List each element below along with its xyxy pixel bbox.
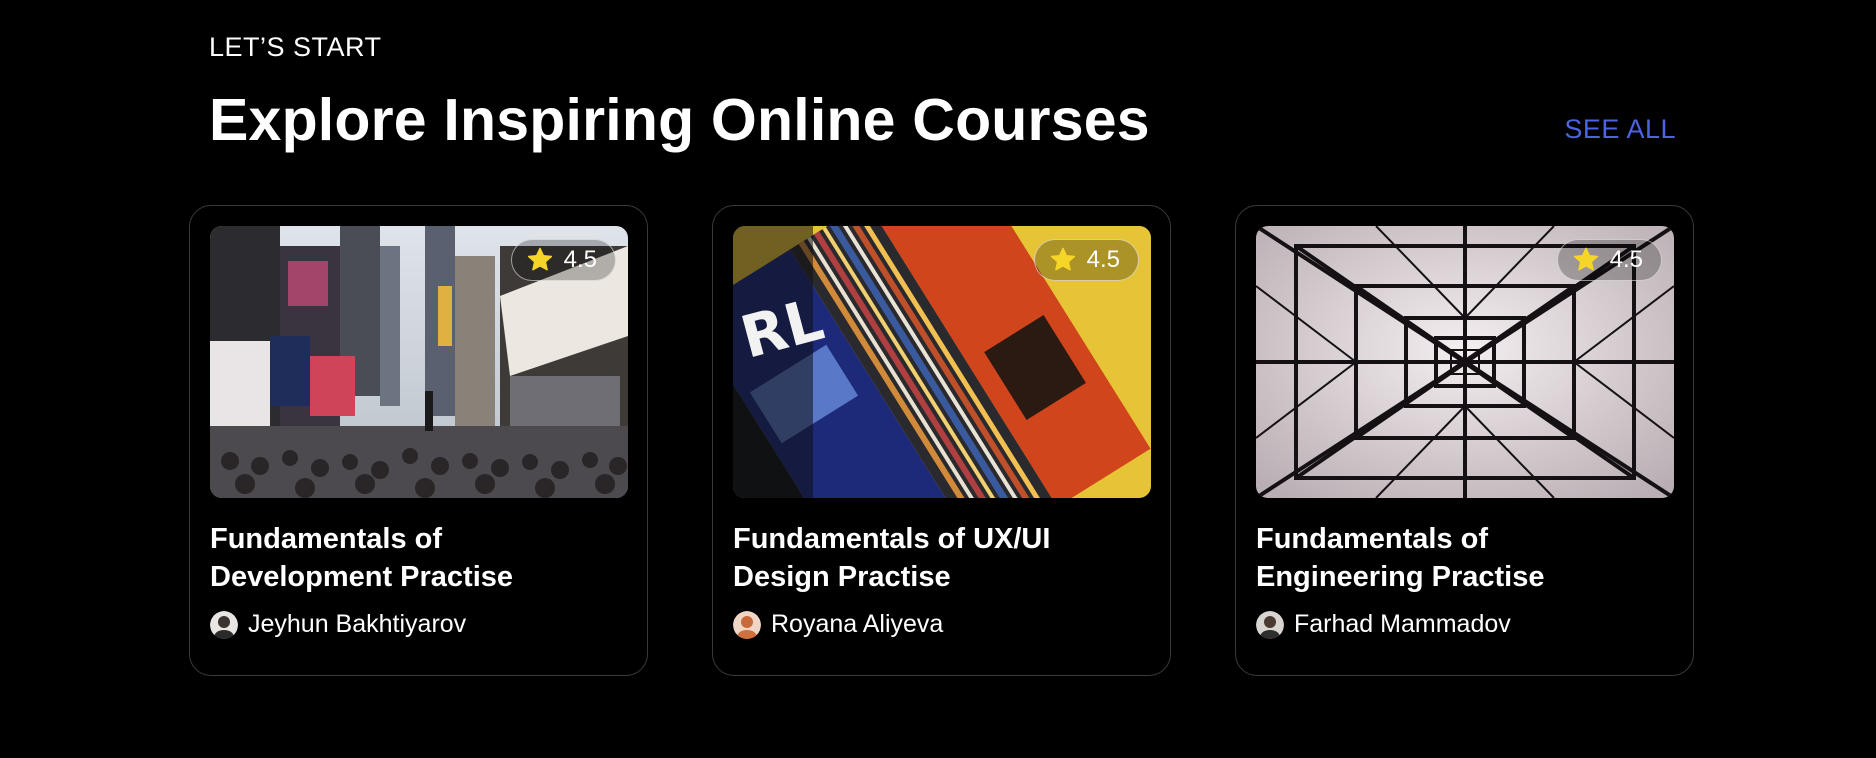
course-author: Royana Aliyeva xyxy=(733,610,1150,639)
course-title[interactable]: Fundamentals of Development Practise xyxy=(210,520,610,596)
avatar xyxy=(1256,610,1284,639)
avatar xyxy=(733,610,761,639)
course-card[interactable]: 4.5 Fundamentals of Development Practise… xyxy=(189,205,648,676)
author-name: Royana Aliyeva xyxy=(771,610,944,638)
course-card[interactable]: RL 4.5 Fundamentals of UX/UI Design Prac… xyxy=(712,205,1171,676)
star-icon xyxy=(1573,247,1598,271)
star-icon xyxy=(1050,247,1075,271)
section-title: Explore Inspiring Online Courses xyxy=(209,87,1150,153)
rating-badge: 4.5 xyxy=(510,239,616,281)
author-name: Jeyhun Bakhtiyarov xyxy=(248,610,467,638)
rating-value: 4.5 xyxy=(563,246,597,273)
star-icon xyxy=(527,247,552,271)
avatar xyxy=(210,610,238,639)
see-all-link[interactable]: SEE ALL xyxy=(1564,114,1676,145)
course-card[interactable]: 4.5 Fundamentals of Engineering Practise… xyxy=(1235,205,1694,676)
course-thumbnail[interactable]: RL 4.5 xyxy=(733,226,1151,498)
course-thumbnail[interactable]: 4.5 xyxy=(210,226,628,498)
eyebrow-label: LET’S START xyxy=(209,32,382,62)
rating-badge: 4.5 xyxy=(1556,239,1662,281)
course-thumbnail[interactable]: 4.5 xyxy=(1256,226,1674,498)
course-author: Jeyhun Bakhtiyarov xyxy=(210,610,627,639)
rating-value: 4.5 xyxy=(1086,246,1120,273)
course-title[interactable]: Fundamentals of Engineering Practise xyxy=(1256,520,1656,596)
rating-badge: 4.5 xyxy=(1033,239,1139,281)
course-list: 4.5 Fundamentals of Development Practise… xyxy=(189,205,1694,676)
author-name: Farhad Mammadov xyxy=(1294,610,1511,638)
course-author: Farhad Mammadov xyxy=(1256,610,1673,639)
rating-value: 4.5 xyxy=(1609,246,1643,273)
course-title[interactable]: Fundamentals of UX/UI Design Practise xyxy=(733,520,1133,596)
